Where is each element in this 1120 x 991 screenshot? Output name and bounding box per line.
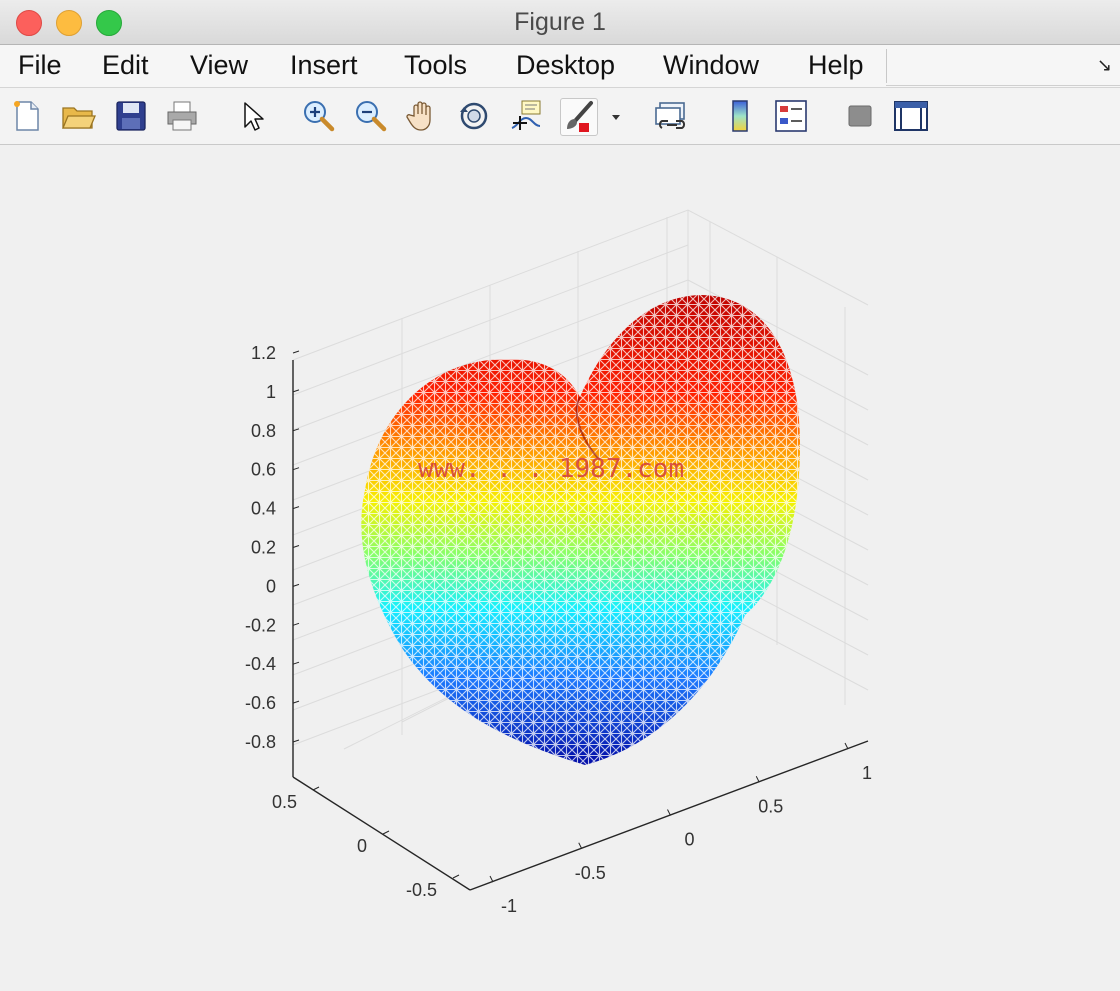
x-tick-label: -0.5: [575, 863, 606, 883]
rotate-3d-icon: [460, 102, 488, 130]
menu-desktop[interactable]: Desktop: [516, 50, 615, 81]
menu-window[interactable]: Window: [663, 50, 759, 81]
z-tick-label: 0.2: [251, 538, 276, 558]
insert-colorbar-button[interactable]: [722, 98, 758, 134]
menu-help[interactable]: Help: [808, 50, 864, 81]
save-icon: [116, 101, 146, 131]
figure-canvas[interactable]: www. . . 1987.com -0.8 -0.6 -0.4 -0.2 0 0.2 0.…: [0, 145, 1120, 986]
zoom-out-button[interactable]: [352, 98, 388, 134]
menu-file[interactable]: File: [18, 50, 62, 81]
z-tick-label: -0.6: [245, 693, 276, 713]
title-bar: Figure 1: [0, 0, 1120, 45]
legend-icon: [775, 100, 807, 132]
rotate-3d-button[interactable]: [456, 98, 492, 134]
zoom-in-button[interactable]: [300, 98, 336, 134]
x-tick-mark: [489, 875, 494, 883]
x-tick-labels: -1 -0.5 0 0.5 1: [489, 742, 872, 916]
y-tick-mark: [382, 830, 390, 835]
z-tick-label: 0.8: [251, 421, 276, 441]
dock-arrow-icon[interactable]: ↘: [1097, 55, 1112, 76]
brush-icon: [567, 101, 593, 132]
y-axis-line: [292, 776, 471, 891]
z-tick-label: -0.2: [245, 615, 276, 635]
pan-button[interactable]: [404, 98, 440, 134]
link-plot-icon: [655, 102, 686, 129]
z-tick-label: 0.6: [251, 460, 276, 480]
z-tick-mark: [292, 467, 300, 471]
show-plot-tools-button[interactable]: [893, 98, 929, 134]
brush-button[interactable]: [560, 98, 598, 136]
print-icon: [167, 101, 197, 131]
x-tick-mark: [578, 842, 583, 849]
zoom-in-icon: [304, 101, 335, 132]
pointer-icon: [244, 102, 264, 131]
x-tick-label: 1: [862, 763, 872, 783]
z-tick-mark: [292, 545, 300, 548]
save-button[interactable]: [113, 98, 149, 134]
window-title: Figure 1: [514, 8, 606, 36]
y-tick-label: -0.5: [406, 880, 437, 900]
hide-plot-tools-button[interactable]: [842, 98, 878, 134]
z-tick-label: 0: [266, 576, 276, 596]
z-tick-mark: [292, 506, 300, 510]
z-tick-labels: -0.8 -0.6 -0.4 -0.2 0 0.2 0.4 0.6 0.8 1 1.2: [245, 343, 300, 752]
open-file-icon: [62, 107, 96, 129]
open-file-button[interactable]: [60, 98, 96, 134]
x-tick-mark: [667, 809, 671, 816]
z-tick-mark: [292, 389, 300, 393]
y-tick-mark: [312, 786, 320, 791]
show-plot-tools-icon: [894, 101, 928, 131]
y-tick-label: 0.5: [272, 792, 297, 812]
data-cursor-button[interactable]: [508, 98, 544, 134]
x-axis-line: [469, 740, 869, 891]
z-tick-mark: [292, 661, 300, 665]
menu-tools[interactable]: Tools: [404, 50, 467, 81]
watermark-text: www. . . 1987.com: [418, 454, 684, 484]
menu-insert[interactable]: Insert: [290, 50, 358, 81]
x-tick-label: 0.5: [758, 796, 783, 816]
y-tick-label: 0: [357, 836, 367, 856]
data-cursor-icon: [511, 100, 541, 130]
z-tick-mark: [292, 739, 300, 743]
axes-3d[interactable]: www. . . 1987.com -0.8 -0.6 -0.4 -0.2 0 0.2 0.…: [0, 145, 1120, 986]
y-tick-labels: -0.5 0 0.5: [272, 786, 460, 900]
menu-divider-line: [886, 85, 1120, 86]
menu-edit[interactable]: Edit: [102, 50, 149, 81]
z-tick-label: -0.4: [245, 654, 276, 674]
x-tick-mark: [755, 776, 760, 783]
zoom-out-icon: [356, 101, 387, 132]
z-tick-label: -0.8: [245, 732, 276, 752]
figure-toolbar: [0, 88, 1120, 145]
menu-view[interactable]: View: [190, 50, 248, 81]
z-tick-label: 0.4: [251, 499, 276, 519]
z-tick-mark: [292, 700, 300, 704]
z-tick-mark: [292, 350, 300, 354]
z-tick-mark: [292, 583, 300, 587]
z-tick-label: 1: [266, 382, 276, 402]
link-plot-button[interactable]: [654, 98, 690, 134]
x-tick-label: -1: [501, 896, 517, 916]
pan-hand-icon: [406, 101, 431, 131]
hide-plot-tools-icon: [848, 105, 872, 127]
z-tick-mark: [292, 622, 300, 626]
print-button[interactable]: [164, 98, 200, 134]
new-figure-icon: [14, 101, 39, 131]
colorbar-icon: [732, 100, 748, 132]
brush-dropdown-button[interactable]: [604, 98, 628, 134]
z-tick-label: 1.2: [251, 343, 276, 363]
heart-surface-mesh: [361, 295, 800, 765]
x-tick-label: 0: [684, 830, 694, 850]
menu-separator: [886, 49, 887, 83]
insert-legend-button[interactable]: [773, 98, 809, 134]
brush-dropdown-icon: [612, 115, 620, 120]
new-figure-button[interactable]: [9, 98, 45, 134]
edit-plot-button[interactable]: [234, 98, 270, 134]
menu-bar: File Edit View Insert Tools Desktop Wind…: [0, 45, 1120, 88]
y-tick-mark: [452, 874, 460, 879]
x-tick-mark: [844, 742, 849, 750]
